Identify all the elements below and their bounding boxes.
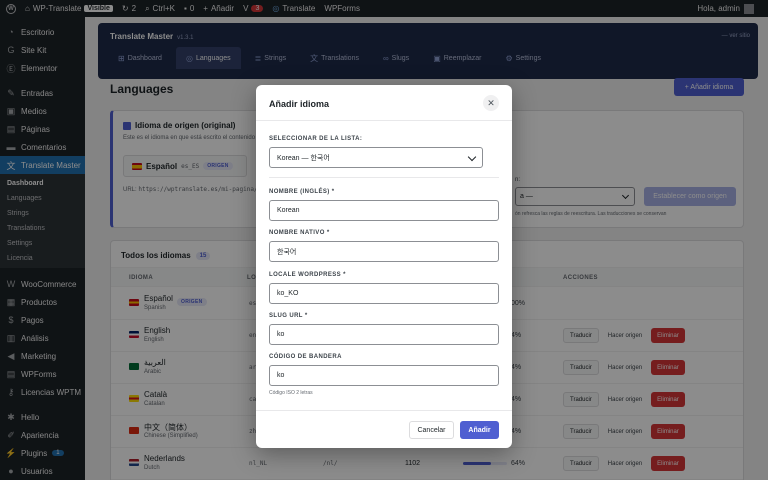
divider [256, 410, 512, 411]
close-button[interactable]: ✕ [483, 95, 499, 111]
add-button[interactable]: Añadir [460, 421, 499, 439]
native-name-label: NOMBRE NATIVO * [269, 230, 330, 236]
name-label: NOMBRE (INGLÉS) * [269, 189, 335, 195]
locale-label: LOCALE WORDPRESS * [269, 272, 346, 278]
native-name-input[interactable]: 한국어 [269, 241, 499, 262]
flag-code-input[interactable]: ko [269, 365, 499, 386]
add-language-modal: Añadir idioma ✕ SELECCIONAR DE LA LISTA:… [256, 85, 512, 448]
cancel-button[interactable]: Cancelar [409, 421, 454, 439]
select-value: Korean — 한국어 [277, 154, 330, 162]
slug-label: SLUG URL * [269, 313, 308, 319]
divider [269, 177, 499, 178]
name-input[interactable]: Korean [269, 200, 499, 221]
divider [256, 120, 512, 121]
chevron-down-icon [467, 152, 477, 162]
select-list-label: SELECCIONAR DE LA LISTA: [269, 136, 363, 142]
close-icon: ✕ [487, 97, 495, 108]
flag-code-label: CÓDIGO DE BANDERA [269, 354, 342, 360]
modal-title: Añadir idioma [269, 99, 330, 109]
language-list-select[interactable]: Korean — 한국어 [269, 147, 483, 168]
locale-input[interactable]: ko_KO [269, 283, 499, 304]
slug-input[interactable]: ko [269, 324, 499, 345]
flag-code-hint: Código ISO 2 letras [269, 390, 313, 396]
